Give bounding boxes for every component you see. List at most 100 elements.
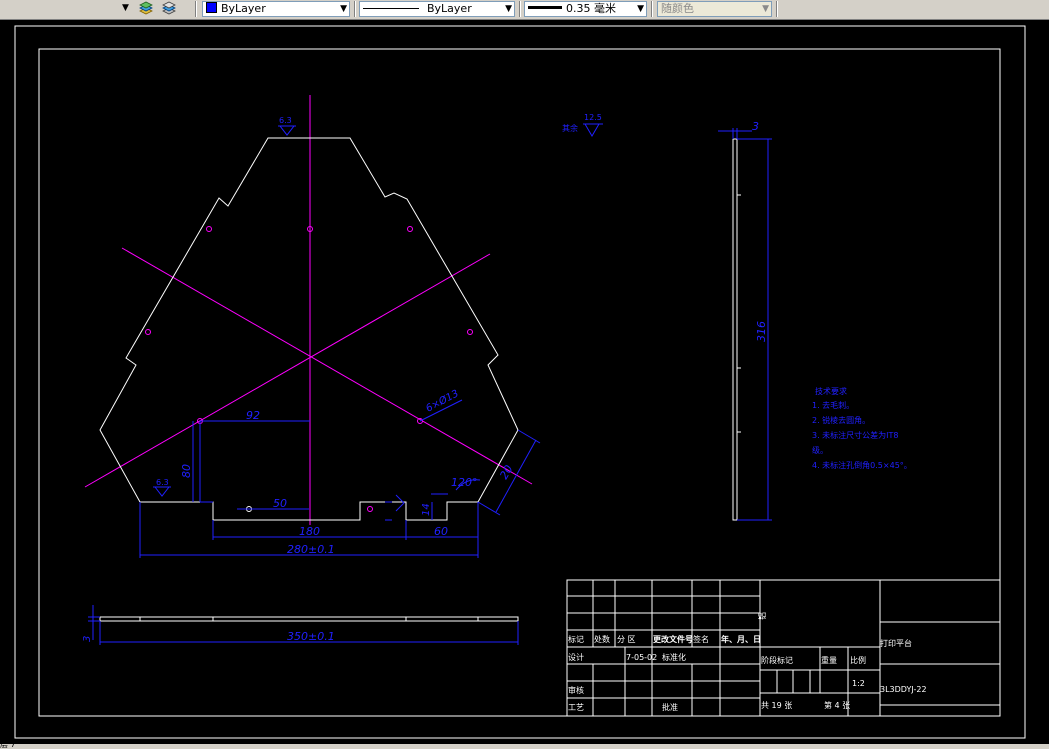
roughness-other-label: 其余: [562, 123, 578, 133]
chevron-down-icon[interactable]: ▼: [762, 2, 769, 16]
toolbar-separator: [519, 1, 521, 17]
layer-combo-arrow[interactable]: ▼: [122, 1, 134, 17]
part-outline: [99, 137, 519, 521]
lineweight-sample: [528, 6, 562, 9]
technical-notes: 技术要求 1. 去毛刺。 2. 锐棱去圆角。 3. 未标注尺寸公差为IT8 级。…: [812, 386, 912, 470]
bottom-view: 350±0.1 3: [82, 605, 519, 645]
dim-extension: [477, 501, 501, 516]
dim-extension: [517, 429, 541, 444]
dim-text-316: 316: [755, 321, 768, 342]
properties-toolbar: ▼ ByLayer ▼ ByLayer ▼ 0.35 毫米 ▼ 随颜色 ▼: [0, 0, 1049, 20]
hole: [407, 226, 413, 232]
tb-part-name: 打印平台: [880, 638, 912, 648]
hole: [467, 329, 473, 335]
layer-previous-stack-icon: [162, 1, 176, 15]
note-line: 3. 未标注尺寸公差为IT8: [812, 430, 899, 440]
chevron-down-icon[interactable]: ▼: [637, 2, 644, 16]
tb-scale: 比例: [850, 655, 866, 665]
dim-text-60: 60: [434, 525, 448, 538]
bottom-profile: [99, 616, 519, 622]
layer-previous-icon[interactable]: [160, 1, 178, 17]
drawing-frame: [38, 48, 1001, 717]
status-bar: [0, 744, 1049, 749]
tb-header: 标记: [568, 634, 584, 644]
hole-note: 6×Ø13: [424, 387, 461, 414]
hole: [145, 329, 151, 335]
diagonal-center-line-a: [121, 247, 533, 485]
dim-text-280: 280±0.1: [287, 543, 335, 556]
diagonal-center-line-b: [84, 253, 491, 488]
roughness-value-top: 6.3: [279, 116, 292, 125]
toolbar-separator: [195, 1, 197, 17]
title-block-frame: [566, 579, 1001, 717]
tb-stage-mark: 阶段标记: [761, 655, 793, 665]
dimensions: [139, 399, 541, 558]
tb-header: 年、月、日: [721, 634, 761, 644]
front-view: 6.3 6.3 12.5 其余 92 80 50 180 60 14 280±0…: [84, 95, 603, 558]
tb-header: 分 区: [617, 635, 636, 644]
roughness-value-left: 6.3: [156, 478, 169, 487]
tb-part-code: 3L3DDYJ-22: [880, 685, 927, 694]
dim-text-180: 180: [299, 525, 320, 538]
tb-header: 处数: [594, 634, 610, 644]
note-line: 4. 未标注孔倒角0.5×45°。: [812, 460, 912, 470]
tb-approve: 批准: [662, 702, 678, 712]
roughness-symbol: [279, 125, 295, 136]
center-lines: [84, 95, 533, 525]
tb-review: 审核: [568, 685, 584, 695]
hole: [206, 226, 212, 232]
linetype-label: ByLayer: [427, 2, 472, 15]
status-text: 层 7: [0, 740, 16, 749]
layer-state-icon[interactable]: [138, 1, 154, 17]
plotstyle-label: 随颜色: [661, 2, 694, 15]
chevron-down-icon[interactable]: ▼: [340, 2, 347, 16]
dim-text-3: 3: [752, 120, 759, 133]
sheet-border: [14, 25, 1026, 739]
color-swatch: [206, 2, 217, 13]
tb-scale-value: 1:2: [852, 679, 865, 688]
linetype-control[interactable]: ByLayer ▼: [359, 1, 515, 17]
dim-text-80: 80: [180, 464, 193, 478]
tb-date: 7-05-02: [626, 653, 657, 662]
hole: [367, 506, 373, 512]
title-block-text: 标记 处数 分 区 更改文件号 签名 年、月、日 设计 7-05-02 标准化 …: [568, 612, 927, 712]
side-view: 3 316: [718, 120, 772, 521]
dim-arrow: [395, 494, 405, 512]
color-control[interactable]: ByLayer ▼: [202, 1, 350, 17]
tb-design: 设计: [568, 652, 584, 662]
color-label: ByLayer: [221, 2, 266, 15]
dim-text-50: 50: [273, 497, 287, 510]
tb-sheets-total: 共 19 张: [761, 701, 792, 710]
title-block: [566, 579, 1001, 717]
dim-text-14: 14: [421, 503, 432, 516]
notes-title: 技术要求: [815, 386, 847, 396]
drawing-canvas[interactable]: 6.3 6.3 12.5 其余 92 80 50 180 60 14 280±0…: [0, 20, 1049, 744]
toolbar-separator: [354, 1, 356, 17]
lineweight-control[interactable]: 0.35 毫米 ▼: [524, 1, 647, 17]
tb-weight: 重量: [821, 655, 837, 665]
dim-text-350: 350±0.1: [287, 630, 335, 643]
toolbar-separator: [776, 1, 778, 17]
dim-text-92: 92: [246, 409, 260, 422]
note-line: 级。: [812, 445, 828, 455]
mounting-holes: [145, 226, 473, 512]
linetype-sample: [363, 8, 419, 9]
tb-standardize: 标准化: [662, 652, 686, 662]
side-profile: [732, 138, 738, 521]
note-line: 1. 去毛刺。: [812, 400, 854, 410]
tb-material-mark: 铝: [757, 612, 767, 620]
tb-sheet-no: 第 4 张: [824, 700, 850, 710]
tb-header: 更改文件号: [653, 634, 693, 644]
chevron-down-icon[interactable]: ▼: [505, 2, 512, 16]
layer-stack-icon: [139, 1, 153, 15]
roughness-symbol: [584, 123, 600, 137]
note-line: 2. 锐棱去圆角。: [812, 415, 870, 425]
plotstyle-control[interactable]: 随颜色 ▼: [657, 1, 772, 17]
roughness-value-other: 12.5: [584, 113, 602, 122]
dim-text-3: 3: [82, 636, 93, 642]
dim-text-angle: 120°: [451, 476, 478, 489]
toolbar-separator: [651, 1, 653, 17]
tb-process: 工艺: [568, 703, 584, 712]
tb-header: 签名: [693, 634, 709, 644]
lineweight-label: 0.35 毫米: [566, 2, 616, 15]
